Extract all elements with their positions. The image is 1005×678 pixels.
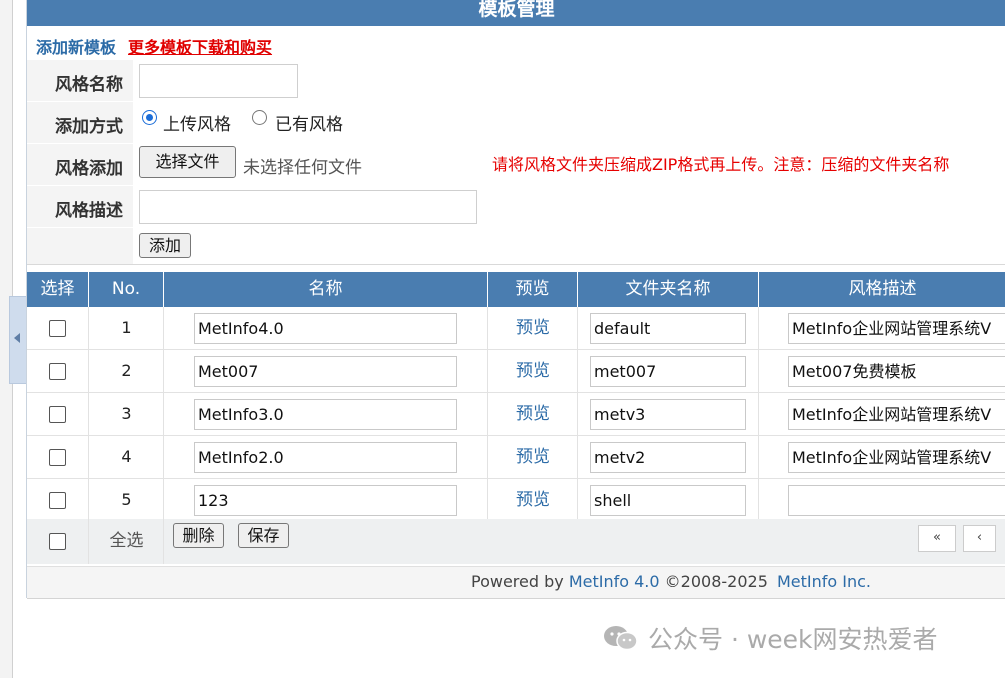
choose-file-button[interactable]: 选择文件 bbox=[139, 146, 236, 178]
save-button[interactable]: 保存 bbox=[238, 523, 289, 548]
select-cell bbox=[27, 479, 89, 521]
row-checkbox[interactable] bbox=[49, 363, 66, 380]
desc-input[interactable]: MetInfo企业网站管理系统V bbox=[788, 313, 1005, 344]
row-add-method: 添加方式 上传风格 已有风格 bbox=[27, 102, 1005, 144]
style-name-label: 风格名称 bbox=[27, 60, 133, 101]
desc-input[interactable]: MetInfo企业网站管理系统V bbox=[788, 442, 1005, 473]
row-style-name: 风格名称 bbox=[27, 60, 1005, 102]
add-button[interactable]: 添加 bbox=[139, 233, 191, 258]
col-desc: 风格描述 bbox=[848, 279, 917, 299]
radio-existing-label: 已有风格 bbox=[275, 115, 343, 135]
name-input[interactable]: MetInfo2.0 bbox=[194, 442, 457, 473]
product-link[interactable]: MetInfo 4.0 bbox=[569, 572, 660, 591]
table-header: 选择 No. 名称 预览 文件夹名称 风格描述 bbox=[27, 272, 1005, 307]
select-cell bbox=[27, 393, 89, 435]
radio-upload-label: 上传风格 bbox=[163, 115, 231, 135]
table-row: 5 123 预览 shell bbox=[27, 479, 1005, 522]
collapse-arrow-icon bbox=[14, 333, 20, 343]
preview-link[interactable]: 预览 bbox=[488, 350, 578, 392]
desc-input[interactable] bbox=[788, 485, 1005, 516]
col-name: 名称 bbox=[164, 272, 488, 307]
name-input[interactable]: MetInfo3.0 bbox=[194, 399, 457, 430]
style-desc-input[interactable] bbox=[139, 190, 477, 224]
row-number: 5 bbox=[121, 490, 132, 509]
add-method-label: 添加方式 bbox=[27, 102, 133, 143]
company-link[interactable]: MetInfo Inc. bbox=[777, 572, 871, 591]
table-footer: 全选 删除 保存 « ‹ bbox=[27, 519, 1005, 564]
name-input[interactable]: Met007 bbox=[194, 356, 457, 387]
row-number: 1 bbox=[121, 318, 132, 337]
delete-button[interactable]: 删除 bbox=[173, 523, 224, 548]
folder-input[interactable]: metv3 bbox=[590, 399, 746, 430]
empty-label-cell bbox=[27, 228, 133, 264]
select-all-checkbox[interactable] bbox=[49, 533, 66, 550]
select-cell bbox=[27, 307, 89, 349]
row-checkbox[interactable] bbox=[49, 320, 66, 337]
powered-by-text: Powered by MetInfo 4.0 ©2008-2025 MetInf… bbox=[471, 572, 871, 591]
table-row: 1 MetInfo4.0 预览 default MetInfo企业网站管理系统V bbox=[27, 307, 1005, 350]
table-row: 4 MetInfo2.0 预览 metv2 MetInfo企业网站管理系统V bbox=[27, 436, 1005, 479]
style-desc-label: 风格描述 bbox=[27, 186, 133, 227]
powered-by-label: Powered by bbox=[471, 572, 564, 591]
radio-upload[interactable] bbox=[142, 110, 157, 125]
col-select: 选择 bbox=[27, 272, 89, 307]
col-preview: 预览 bbox=[488, 272, 578, 307]
left-frame bbox=[0, 0, 27, 678]
top-links: 添加新模板 更多模板下载和购买 bbox=[36, 34, 272, 58]
col-no: No. bbox=[89, 272, 164, 307]
copyright-text: ©2008-2025 bbox=[664, 572, 768, 591]
form-separator bbox=[27, 264, 1005, 265]
collapse-sidebar-tab[interactable] bbox=[9, 296, 27, 384]
row-checkbox[interactable] bbox=[49, 492, 66, 509]
no-file-chosen-text: 未选择任何文件 bbox=[243, 158, 362, 178]
preview-link[interactable]: 预览 bbox=[488, 307, 578, 349]
row-checkbox[interactable] bbox=[49, 406, 66, 423]
name-input[interactable]: 123 bbox=[194, 485, 457, 516]
select-all-label: 全选 bbox=[109, 531, 144, 551]
add-template-link[interactable]: 添加新模板 bbox=[36, 38, 116, 57]
col-folder: 文件夹名称 bbox=[578, 272, 759, 307]
row-number: 2 bbox=[121, 361, 132, 380]
folder-input[interactable]: shell bbox=[590, 485, 746, 516]
radio-existing[interactable] bbox=[252, 110, 267, 125]
row-add-button: 添加 bbox=[27, 228, 1005, 264]
main-panel: 模板管理 添加新模板 更多模板下载和购买 风格名称 添加方式 上传风格 已有风格 … bbox=[26, 0, 1005, 599]
table-row: 3 MetInfo3.0 预览 metv3 MetInfo企业网站管理系统V bbox=[27, 393, 1005, 436]
row-style-desc: 风格描述 bbox=[27, 186, 1005, 228]
style-add-label: 风格添加 bbox=[27, 144, 133, 185]
watermark-text: 公众号 · week网安热爱者 bbox=[648, 625, 938, 654]
preview-link[interactable]: 预览 bbox=[488, 479, 578, 521]
row-number: 4 bbox=[121, 447, 132, 466]
select-all-cell bbox=[27, 519, 89, 564]
desc-input[interactable]: MetInfo企业网站管理系统V bbox=[788, 399, 1005, 430]
prev-page-button[interactable]: ‹ bbox=[963, 525, 996, 552]
select-cell bbox=[27, 350, 89, 392]
desc-input[interactable]: Met007免费模板 bbox=[788, 356, 1005, 387]
wechat-icon bbox=[604, 626, 638, 651]
page-title: 模板管理 bbox=[27, 0, 1005, 26]
upload-hint: 请将风格文件夹压缩成ZIP格式再上传。注意：压缩的文件夹名称 bbox=[492, 155, 950, 174]
folder-input[interactable]: met007 bbox=[590, 356, 746, 387]
row-checkbox[interactable] bbox=[49, 449, 66, 466]
more-templates-link[interactable]: 更多模板下载和购买 bbox=[128, 38, 272, 57]
select-all-label-cell: 全选 bbox=[89, 519, 164, 564]
preview-link[interactable]: 预览 bbox=[488, 436, 578, 478]
powered-by-footer: Powered by MetInfo 4.0 ©2008-2025 MetInf… bbox=[27, 566, 1005, 599]
name-input[interactable]: MetInfo4.0 bbox=[194, 313, 457, 344]
style-name-input[interactable] bbox=[139, 64, 298, 98]
folder-input[interactable]: default bbox=[590, 313, 746, 344]
select-cell bbox=[27, 436, 89, 478]
table-row: 2 Met007 预览 met007 Met007免费模板 bbox=[27, 350, 1005, 393]
preview-link[interactable]: 预览 bbox=[488, 393, 578, 435]
first-page-button[interactable]: « bbox=[918, 525, 956, 552]
folder-input[interactable]: metv2 bbox=[590, 442, 746, 473]
row-number: 3 bbox=[121, 404, 132, 423]
